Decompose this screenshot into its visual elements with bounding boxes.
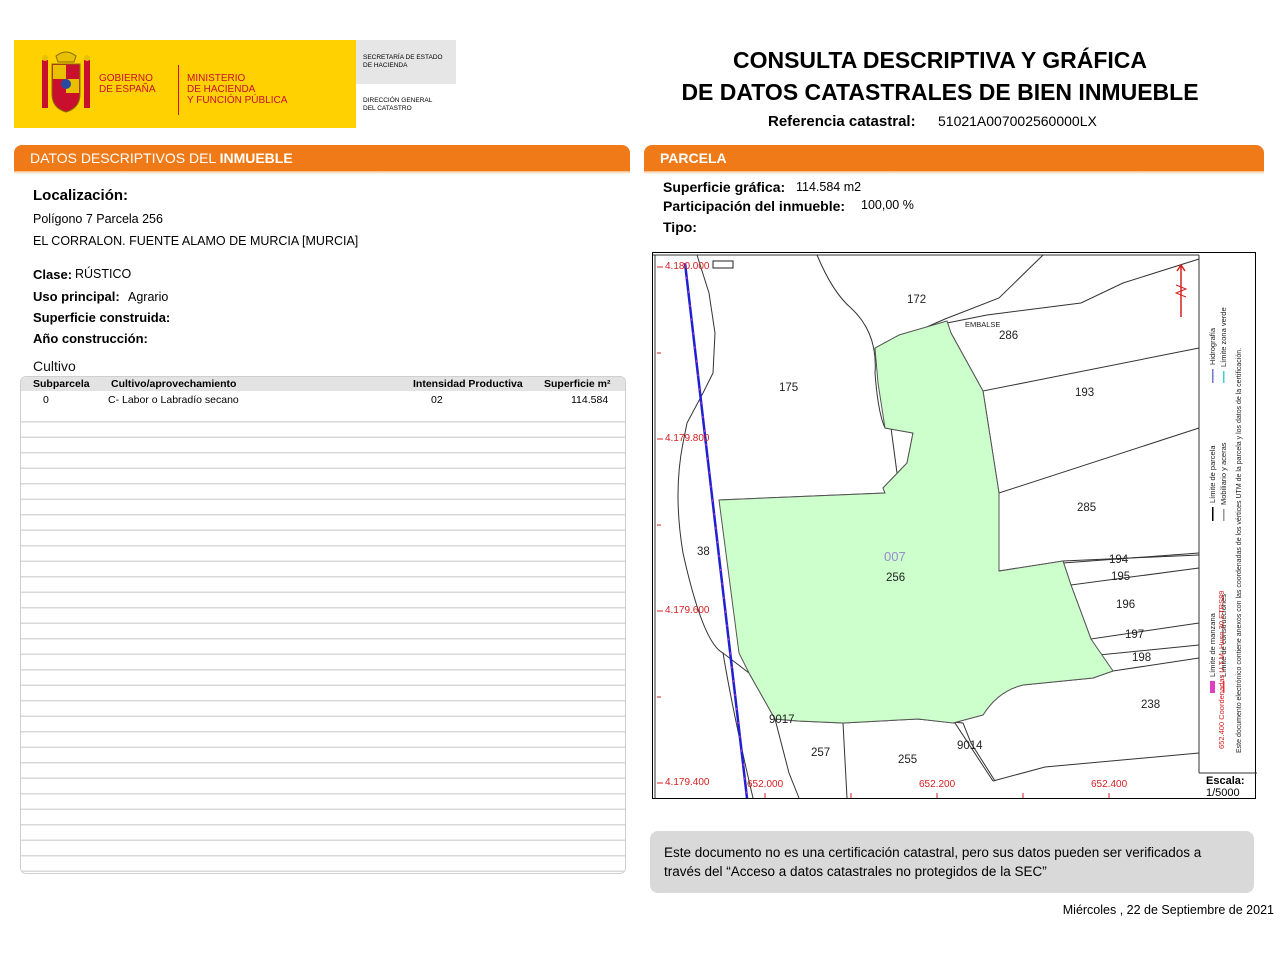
localizacion-label: Localización: xyxy=(33,187,129,204)
ministerio-text: MINISTERIO DE HACIENDA Y FUNCIÓN PÚBLICA xyxy=(187,73,288,106)
parcel-197: 197 xyxy=(1125,629,1144,641)
parcel-194: 194 xyxy=(1109,554,1129,566)
y-coord-4: 4.179.400 xyxy=(665,777,710,788)
y-coord-2: 4.179.800 xyxy=(665,433,710,444)
parcel-9017: 9017 xyxy=(769,714,795,726)
parcel-286: 286 xyxy=(999,330,1018,342)
parcel-257: 257 xyxy=(811,747,830,759)
tipo-label: Tipo: xyxy=(663,219,697,235)
x-coord-2: 652.200 xyxy=(919,779,956,790)
legend-swatch-mobiliario xyxy=(1223,509,1225,521)
title-line-2: DE DATOS CATASTRALES DE BIEN INMUEBLE xyxy=(681,79,1199,105)
superficie-grafica-label: Superficie gráfica: xyxy=(663,179,786,195)
cultivo-label: Cultivo xyxy=(33,358,76,374)
electronic-note: Este documento electrónico contiene anex… xyxy=(1236,348,1243,753)
clase-value: RÚSTICO xyxy=(75,267,132,281)
parcel-256: 256 xyxy=(886,572,905,584)
legend-swatch-manzana xyxy=(1210,681,1215,693)
cultivo-table: Subparcela Cultivo/aprovechamiento Inten… xyxy=(20,376,626,874)
parcela-header: PARCELA xyxy=(644,145,1264,174)
section-title-bold: INMUEBLE xyxy=(219,150,293,166)
cell-intensidad: 02 xyxy=(431,394,443,406)
legend-mobiliario: Mobiliario y aceras xyxy=(1219,442,1228,505)
gobierno-espana-text: GOBIERNO DE ESPAÑA xyxy=(99,73,156,95)
scale-value: 1/5000 xyxy=(1206,787,1240,799)
cell-subparcela: 0 xyxy=(43,394,49,406)
clase-label: Clase: xyxy=(33,267,73,282)
cadastral-map: 4.180.000 4.179.800 4.179.600 4.179.400 … xyxy=(652,252,1257,799)
table-header-row: Subparcela Cultivo/aprovechamiento Inten… xyxy=(21,377,625,391)
cell-cultivo: C- Labor o Labradío secano xyxy=(108,394,239,406)
parcel-195: 195 xyxy=(1111,571,1130,583)
datos-descriptivos-header: DATOS DESCRIPTIVOS DEL INMUEBLE xyxy=(14,145,630,174)
col-header-superficie: Superficie m² xyxy=(544,378,611,390)
parcel-196: 196 xyxy=(1116,599,1135,611)
print-date: Miércoles , 22 de Septiembre de 2021 xyxy=(1062,903,1274,917)
verification-notice: Este documento no es una certificación c… xyxy=(650,831,1254,893)
legend-texts: Límite de manzana Límite de parcela Hidr… xyxy=(1208,307,1243,753)
legend-swatch-zona-verde xyxy=(1223,371,1225,383)
localizacion-line-1: Polígono 7 Parcela 256 xyxy=(33,212,163,226)
anio-construccion-label: Año construcción: xyxy=(33,331,148,346)
secretaria-text: SECRETARÍA DE ESTADO DE HACIENDA xyxy=(363,54,443,69)
table-empty-rows xyxy=(21,407,625,873)
polygon-code: 007 xyxy=(884,549,906,564)
parcel-38: 38 xyxy=(697,546,710,558)
table-row: 0 C- Labor o Labradío secano 02 114.584 xyxy=(21,392,625,408)
coat-of-arms-icon xyxy=(42,51,90,113)
scale-label: Escala: xyxy=(1206,775,1245,787)
coord-note: 652.400 Coordenadas U.T.M. Huso 30 ETRS8… xyxy=(1217,591,1226,749)
cell-superficie: 114.584 xyxy=(571,394,609,406)
col-header-intensidad: Intensidad Productiva xyxy=(413,378,523,390)
parcel-285: 285 xyxy=(1077,502,1096,514)
legend-swatch-parcela xyxy=(1212,507,1214,521)
logo-separator xyxy=(178,65,179,115)
parcel-9014: 9014 xyxy=(957,740,983,752)
col-header-cultivo: Cultivo/aprovechamiento xyxy=(111,378,237,390)
superficie-grafica-value: 114.584 m2 xyxy=(796,180,862,194)
parcel-175: 175 xyxy=(779,382,798,394)
legend-hidrografia: Hidrografía xyxy=(1208,327,1217,365)
participacion-value: 100,00 % xyxy=(861,198,914,212)
parcel-238: 238 xyxy=(1141,699,1160,711)
embalse-label: EMBALSE xyxy=(965,320,1000,329)
col-header-subparcela: Subparcela xyxy=(33,378,90,390)
uso-principal-label: Uso principal: xyxy=(33,289,120,304)
ref-catastral-value: 51021A007002560000LX xyxy=(938,113,1097,129)
north-arrow-icon xyxy=(1174,263,1188,317)
legend-zona-verde: Límite zona verde xyxy=(1219,307,1228,367)
superficie-construida-label: Superficie construida: xyxy=(33,310,171,325)
parcel-198: 198 xyxy=(1132,652,1151,664)
y-coord-3: 4.179.600 xyxy=(665,605,710,616)
ref-catastral-label: Referencia catastral: xyxy=(768,113,916,130)
title-line-1: CONSULTA DESCRIPTIVA Y GRÁFICA xyxy=(732,47,1148,73)
direccion-general-text: DIRECCIÓN GENERAL DEL CATASTRO xyxy=(363,97,433,112)
legend-parcela: Límite de parcela xyxy=(1208,445,1217,503)
section-title-prefix: DATOS DESCRIPTIVOS DEL xyxy=(30,150,220,166)
legend-swatch-hidrografia xyxy=(1212,369,1214,383)
parcel-172: 172 xyxy=(907,294,926,306)
participacion-label: Participación del inmueble: xyxy=(663,198,846,214)
parcel-193: 193 xyxy=(1075,387,1094,399)
legend-manzana: Límite de manzana xyxy=(1208,612,1217,677)
y-coord-1: 4.180.000 xyxy=(665,261,710,272)
document-title: CONSULTA DESCRIPTIVA Y GRÁFICA DE DATOS … xyxy=(600,44,1280,108)
government-logo: GOBIERNO DE ESPAÑA MINISTERIO DE HACIEND… xyxy=(14,40,356,128)
map-small-building xyxy=(712,260,734,269)
map-canvas: 4.180.000 4.179.800 4.179.600 4.179.400 … xyxy=(653,254,1257,799)
secretaria-box: SECRETARÍA DE ESTADO DE HACIENDA DIRECCI… xyxy=(356,40,456,128)
uso-principal-value: Agrario xyxy=(128,290,169,304)
localizacion-line-2: EL CORRALON. FUENTE ALAMO DE MURCIA [MUR… xyxy=(33,234,359,248)
x-coord-3: 652.400 xyxy=(1091,779,1128,790)
x-coord-1: 652.000 xyxy=(747,779,784,790)
parcel-255: 255 xyxy=(898,754,917,766)
